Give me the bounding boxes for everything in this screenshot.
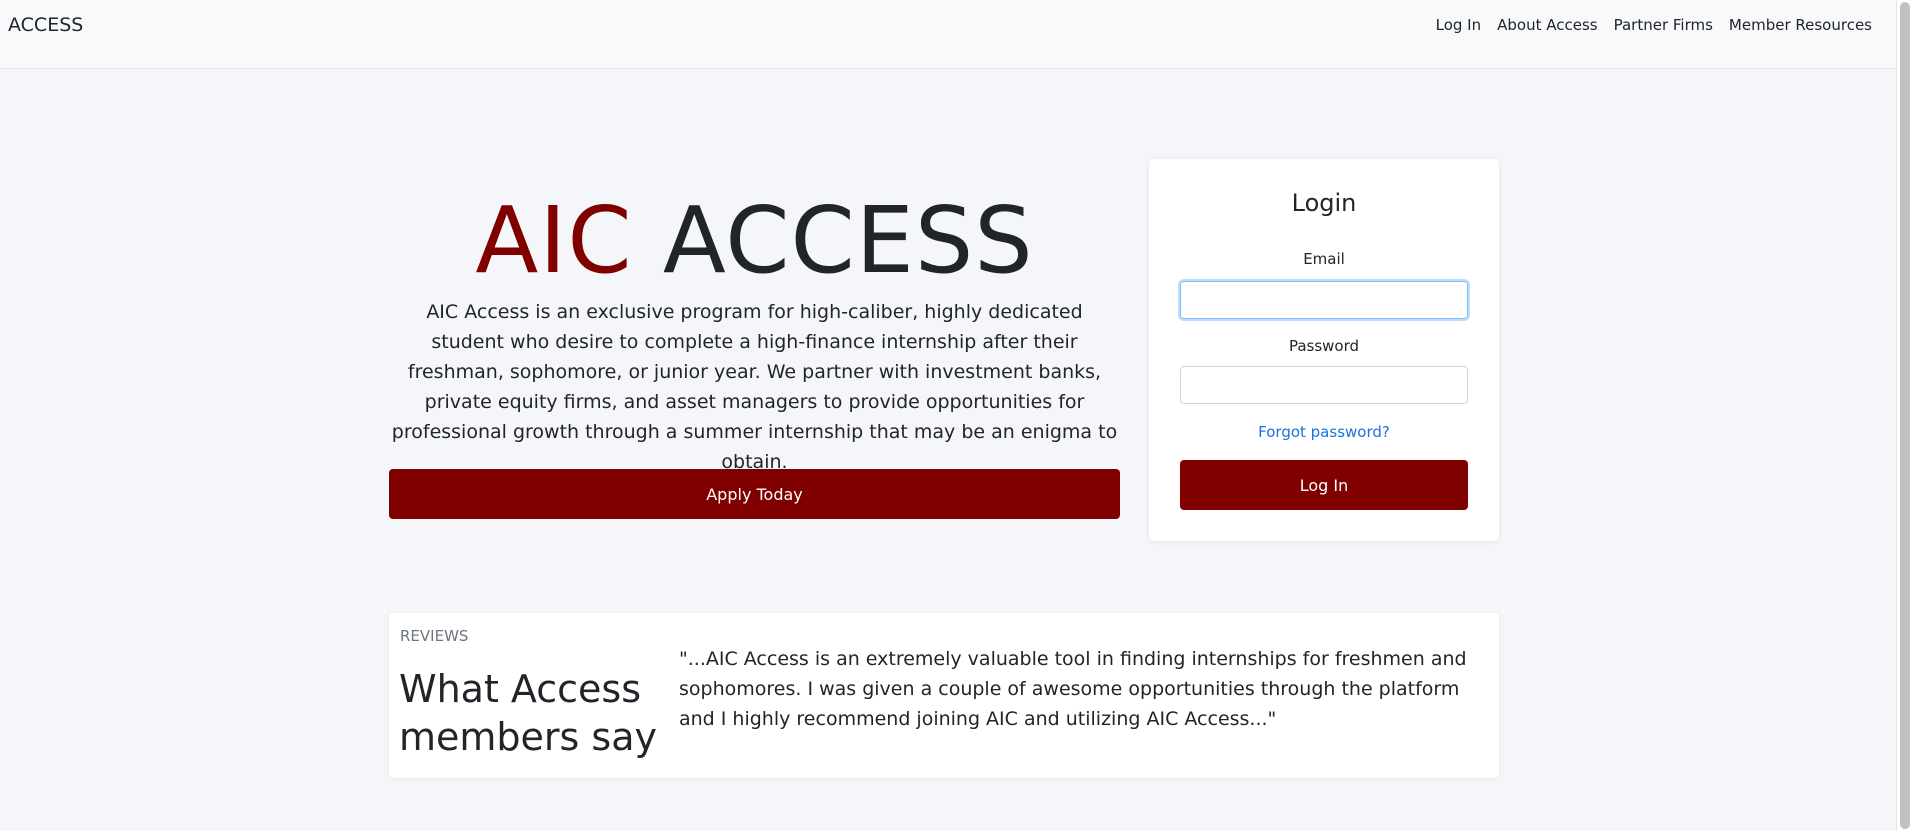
nav-link-partner-firms[interactable]: Partner Firms bbox=[1614, 16, 1713, 34]
email-label: Email bbox=[1303, 250, 1345, 268]
hero-title-rest: ACCESS bbox=[662, 187, 1034, 294]
brand-logo[interactable]: ACCESS bbox=[8, 14, 83, 36]
email-input[interactable] bbox=[1180, 281, 1468, 319]
apply-today-button[interactable]: Apply Today bbox=[389, 469, 1120, 519]
hero-title: AIC ACCESS bbox=[389, 185, 1120, 297]
forgot-password-link[interactable]: Forgot password? bbox=[1149, 423, 1499, 441]
scrollbar-thumb[interactable] bbox=[1900, 2, 1910, 829]
page-scrollbar[interactable] bbox=[1896, 0, 1912, 831]
login-title: Login bbox=[1291, 189, 1357, 217]
log-in-button[interactable]: Log In bbox=[1180, 460, 1468, 510]
reviews-card: Reviews What Access members say "...AIC … bbox=[389, 613, 1499, 778]
nav-link-log-in[interactable]: Log In bbox=[1436, 16, 1482, 34]
hero-description: AIC Access is an exclusive program for h… bbox=[391, 301, 1118, 473]
hero-title-accent: AIC bbox=[475, 187, 633, 294]
top-navbar: ACCESS Log In About Access Partner Firms… bbox=[0, 0, 1896, 69]
password-label: Password bbox=[1288, 337, 1360, 355]
nav-links: Log In About Access Partner Firms Member… bbox=[1436, 16, 1872, 34]
nav-link-about-access[interactable]: About Access bbox=[1497, 16, 1597, 34]
password-input[interactable] bbox=[1180, 366, 1468, 404]
reviews-eyebrow: Reviews bbox=[400, 627, 469, 645]
review-quote: "...AIC Access is an extremely valuable … bbox=[679, 648, 1467, 730]
nav-link-member-resources[interactable]: Member Resources bbox=[1729, 16, 1872, 34]
hero-section: AIC ACCESS AIC Access is an exclusive pr… bbox=[389, 185, 1120, 477]
reviews-heading: What Access members say bbox=[399, 667, 657, 759]
login-card: Login Email Password Forgot password? Lo… bbox=[1149, 159, 1499, 541]
